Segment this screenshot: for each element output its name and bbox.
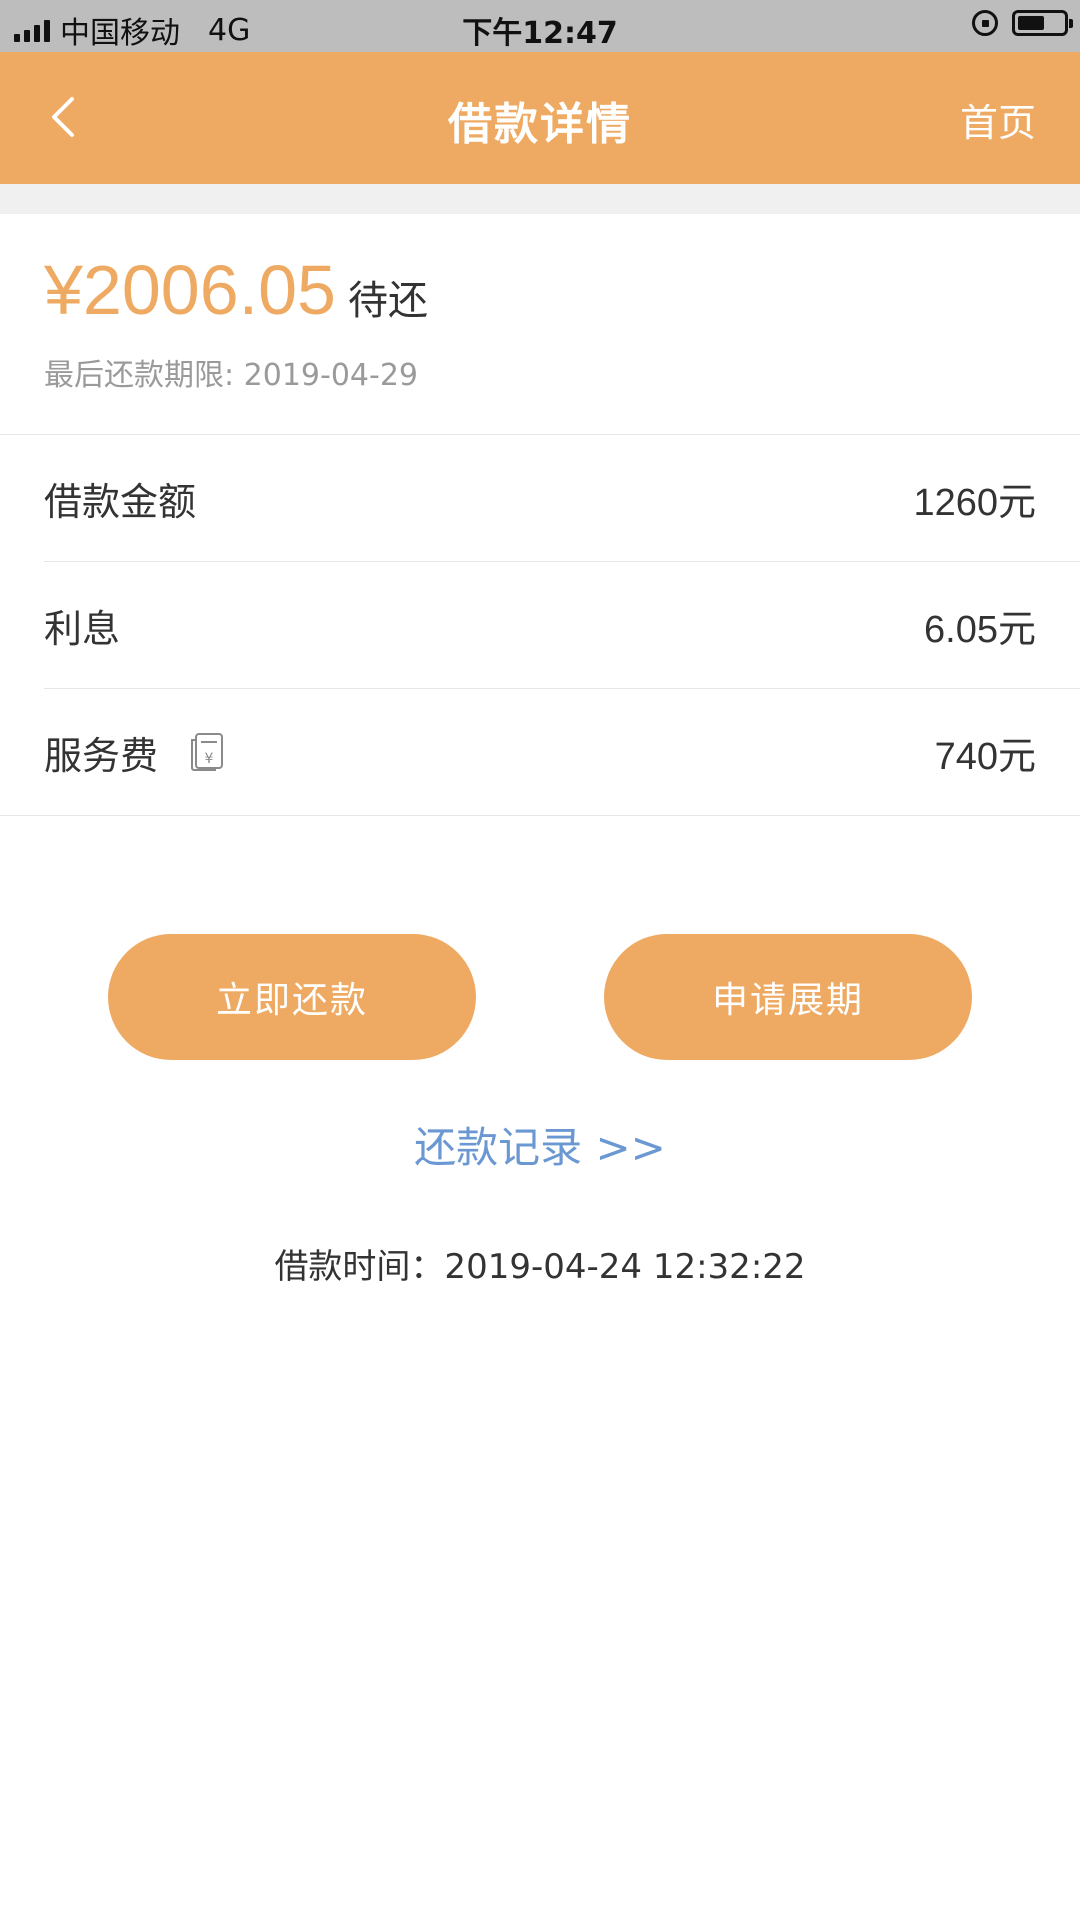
outstanding-amount: ¥2006.05 (44, 251, 336, 329)
detail-row-interest: 利息 6.05元 (44, 562, 1080, 689)
amount-line: ¥2006.05 待还 (44, 250, 1036, 330)
loan-time: 借款时间：2019-04-24 12:32:22 (274, 1247, 806, 1287)
repayment-deadline: 最后还款期限: 2019-04-29 (44, 358, 418, 393)
home-link[interactable]: 首页 (960, 92, 1036, 147)
svg-text:¥: ¥ (205, 751, 214, 767)
action-buttons: 立即还款 申请展期 (0, 934, 1080, 1060)
detail-label: 借款金额 (44, 479, 197, 524)
battery-icon (1012, 10, 1073, 36)
nav-bar: 借款详情 首页 (0, 52, 1080, 184)
repayment-records-link[interactable]: 还款记录 >> (0, 1114, 1080, 1175)
status-bar: 中国移动 4G 下午12:47 (0, 0, 1080, 52)
detail-label: 服务费 (44, 733, 159, 778)
detail-row-principal: 借款金额 1260元 (44, 435, 1080, 562)
pending-status: 待还 (347, 278, 428, 324)
detail-value: 6.05元 (924, 608, 1036, 651)
detail-value: 740元 (934, 735, 1036, 778)
apply-extension-button[interactable]: 申请展期 (604, 934, 972, 1060)
detail-value: 1260元 (913, 481, 1036, 524)
status-right (972, 10, 1073, 36)
section-divider (0, 184, 1080, 214)
service-fee-label-wrap: 服务费 ¥ (44, 725, 226, 780)
page-title: 借款详情 (448, 99, 632, 150)
detail-label: 利息 (44, 606, 121, 651)
repayment-summary: ¥2006.05 待还 最后还款期限: 2019-04-29 (0, 214, 1080, 435)
detail-row-service-fee: 服务费 ¥ 740元 (0, 689, 1080, 816)
receipt-icon[interactable]: ¥ (188, 732, 226, 772)
status-time: 下午12:47 (462, 16, 618, 51)
rotation-lock-icon (972, 10, 998, 36)
repay-now-button[interactable]: 立即还款 (108, 934, 476, 1060)
